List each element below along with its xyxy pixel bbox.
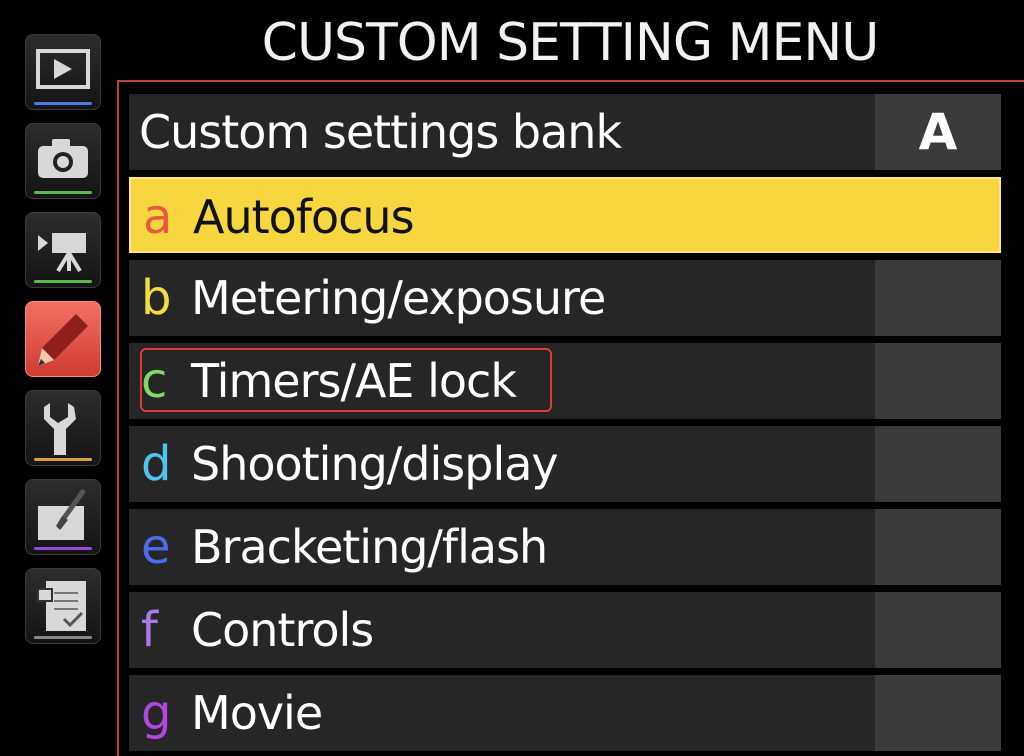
menu-item-value-box [875,260,1001,336]
movie-camera-icon [38,233,86,273]
menu-item-label: Bracketing/flash [191,520,548,574]
menu-item-label: Autofocus [193,190,415,244]
retouch-tab-indicator [34,547,92,550]
retouch-brush-icon [38,488,87,540]
my-menu-tab[interactable] [25,568,101,644]
menu-item-letter: d [141,436,171,492]
menu-item-letter: e [141,519,171,575]
menu-item-label: Timers/AE lock [191,354,517,408]
menu-item-shooting-display[interactable]: d Shooting/display [129,426,1001,502]
my-menu-tab-indicator [34,636,92,639]
menu-item-value-box [875,592,1001,668]
menu-item-label: Movie [191,686,323,740]
menu-item-value-box [875,675,1001,751]
photo-shooting-tab[interactable] [25,123,101,199]
custom-setting-tab[interactable] [25,301,101,377]
menu-item-value-box [875,426,1001,502]
movie-shooting-tab[interactable] [25,212,101,288]
menu-item-value-box [875,509,1001,585]
menu-item-label: Metering/exposure [191,271,606,325]
menu-item-label: Controls [191,603,374,657]
playback-tab[interactable] [25,34,101,110]
camera-icon [38,139,88,178]
menu-item-autofocus[interactable]: a Autofocus [129,177,1001,253]
menu-item-letter: b [141,270,171,326]
menu-item-timers-ae-lock[interactable]: c Timers/AE lock [129,343,1001,419]
pencil-icon [38,314,88,366]
custom-settings-bank-value: A [875,94,1001,170]
my-menu-icon [37,581,86,631]
menu-title: CUSTOM SETTING MENU [261,13,880,73]
menu-item-controls[interactable]: f Controls [129,592,1001,668]
menu-item-letter: g [141,685,171,741]
menu-item-label: Shooting/display [191,437,559,491]
setup-tab[interactable] [25,390,101,466]
wrench-icon [44,403,76,455]
menu-item-letter: c [141,353,167,409]
menu-item-movie[interactable]: g Movie [129,675,1001,751]
playback-icon [36,49,90,89]
setup-tab-indicator [34,458,92,461]
retouch-tab[interactable] [25,479,101,555]
playback-tab-indicator [34,102,92,105]
menu-item-metering-exposure[interactable]: b Metering/exposure [129,260,1001,336]
photo-shooting-tab-indicator [34,191,92,194]
menu-item-value-box [875,343,1001,419]
menu-item-letter: a [143,189,172,245]
movie-shooting-tab-indicator [34,280,92,283]
menu-item-bracketing-flash[interactable]: e Bracketing/flash [129,509,1001,585]
custom-settings-bank-label: Custom settings bank [139,105,622,159]
custom-settings-bank-row[interactable]: Custom settings bank A [129,94,1001,170]
menu-item-letter: f [141,602,158,658]
